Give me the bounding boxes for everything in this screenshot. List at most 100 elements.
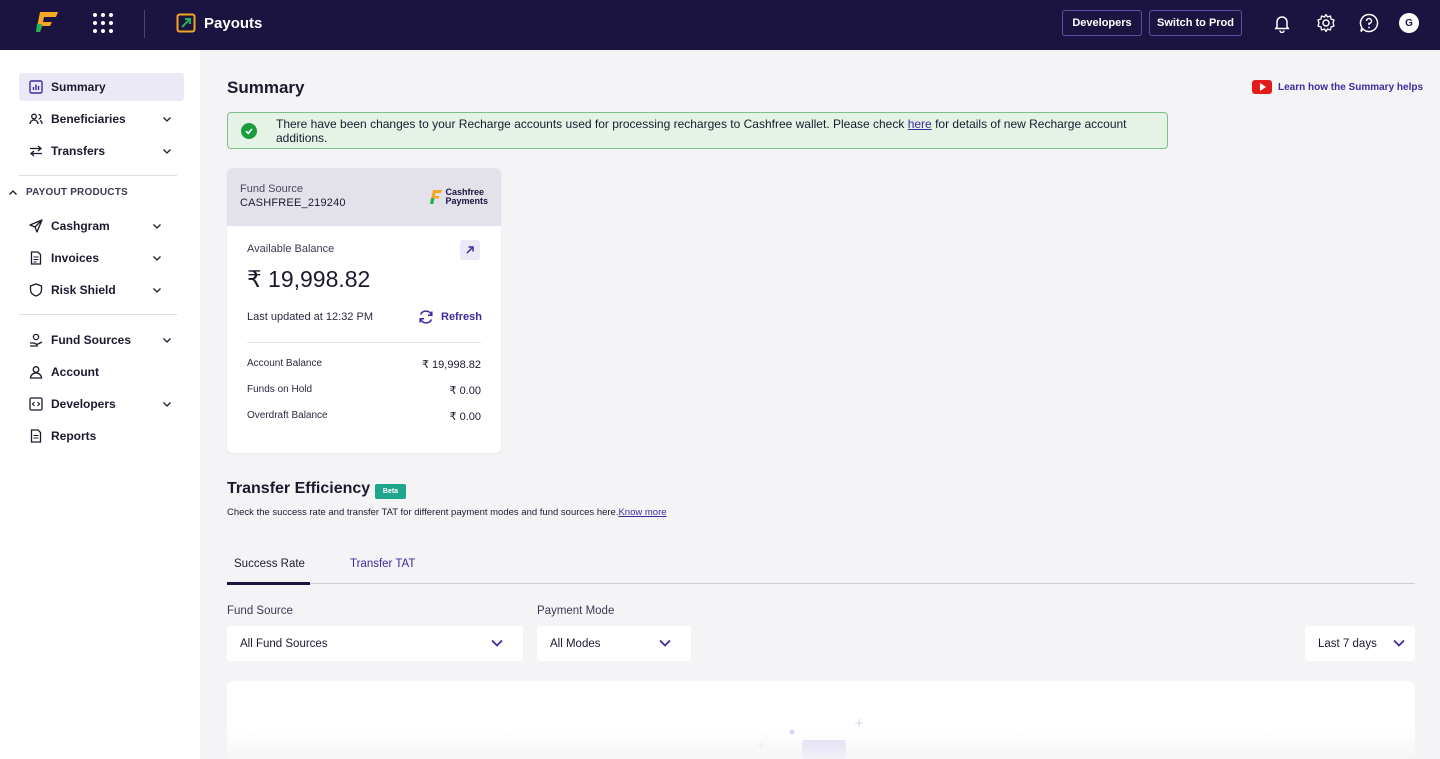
money-hand-icon: [30, 333, 43, 347]
empty-state-illustration: [758, 719, 863, 759]
header-divider: [144, 10, 145, 38]
payment-mode-select-value: All Modes: [550, 637, 601, 650]
sidebar-item-label: Beneficiaries: [51, 112, 126, 126]
sidebar-item-label: Risk Shield: [51, 283, 116, 297]
fund-source-card: Fund Source CASHFREE_219240 Cashfree Pay…: [227, 168, 501, 453]
fund-source-header: Fund Source CASHFREE_219240 Cashfree Pay…: [227, 168, 501, 226]
users-icon: [29, 113, 43, 125]
developers-button[interactable]: Developers: [1062, 10, 1142, 36]
sidebar-item-risk-shield[interactable]: Risk Shield: [19, 276, 174, 304]
sidebar-item-transfers[interactable]: Transfers: [19, 137, 184, 165]
sidebar-item-reports[interactable]: Reports: [19, 422, 184, 450]
sidebar-item-cashgram[interactable]: Cashgram: [19, 212, 174, 240]
sidebar-item-label: Developers: [51, 397, 116, 411]
sidebar-item-label: Fund Sources: [51, 333, 132, 347]
bell-icon[interactable]: [1272, 13, 1292, 33]
balance-row-label: Account Balance: [247, 358, 323, 369]
available-balance-value: ₹ 19,998.82: [247, 266, 371, 292]
shield-icon: [29, 283, 43, 297]
arrow-up-right-icon: [466, 246, 474, 254]
transfer-efficiency-description: Check the success rate and transfer TAT …: [227, 507, 667, 518]
fund-source-filter-label: Fund Source: [227, 605, 293, 617]
balance-row: Overdraft Balance ₹ 0.00: [247, 410, 481, 423]
chevron-down-icon[interactable]: [162, 399, 172, 409]
sidebar-item-invoices[interactable]: Invoices: [19, 244, 174, 272]
refresh-label: Refresh: [441, 311, 482, 323]
youtube-icon: [1252, 80, 1272, 94]
active-tab-indicator: [227, 582, 310, 585]
product-switcher[interactable]: Payouts: [176, 13, 262, 33]
fund-source-select[interactable]: All Fund Sources: [227, 626, 523, 661]
last-updated-text: Last updated at 12:32 PM: [247, 311, 373, 323]
balance-row-label: Overdraft Balance: [247, 410, 328, 421]
sidebar-divider: [19, 175, 177, 176]
tab-transfer-tat[interactable]: Transfer TAT: [350, 558, 415, 570]
apps-grid-icon[interactable]: [93, 13, 113, 33]
top-navigation-bar: Payouts Developers Switch to Prod G: [0, 0, 1440, 50]
sidebar-item-fund-sources[interactable]: Fund Sources: [19, 326, 184, 354]
learn-summary-label: Learn how the Summary helps: [1278, 81, 1424, 93]
sidebar-item-account[interactable]: Account: [19, 358, 184, 386]
sidebar-item-label: Cashgram: [51, 219, 110, 233]
banner-here-link[interactable]: here: [908, 117, 932, 131]
banner-text: There have been changes to your Recharge…: [276, 116, 1127, 145]
chevron-down-icon[interactable]: [162, 114, 172, 124]
available-balance-label: Available Balance: [247, 243, 335, 255]
date-range-value: Last 7 days: [1318, 637, 1377, 650]
refresh-button[interactable]: Refresh: [418, 309, 482, 325]
sidebar-item-beneficiaries[interactable]: Beneficiaries: [19, 105, 184, 133]
chevron-up-icon: [9, 189, 17, 195]
user-icon: [29, 366, 43, 379]
success-rate-chart-panel: [227, 681, 1415, 759]
know-more-link[interactable]: Know more: [618, 507, 666, 518]
chevron-down-icon: [1393, 639, 1405, 647]
check-circle-icon: [241, 122, 257, 139]
chevron-down-icon[interactable]: [162, 146, 172, 156]
refresh-icon: [419, 310, 433, 324]
payment-mode-select[interactable]: All Modes: [537, 626, 691, 661]
sidebar-item-summary[interactable]: Summary: [19, 73, 184, 101]
cashfree-logo[interactable]: [34, 10, 60, 34]
document-icon: [30, 429, 42, 443]
date-range-select[interactable]: Last 7 days: [1305, 626, 1415, 661]
balance-row-value: ₹ 0.00: [449, 385, 481, 397]
sidebar-item-developers[interactable]: Developers: [19, 390, 184, 418]
balance-row: Account Balance ₹ 19,998.82: [247, 358, 481, 371]
sidebar-item-label: Account: [51, 365, 99, 379]
balance-row-label: Funds on Hold: [247, 384, 313, 395]
balance-row: Funds on Hold ₹ 0.00: [247, 384, 481, 397]
sidebar-item-label: Invoices: [51, 251, 100, 265]
page-title: Summary: [227, 78, 305, 97]
section-label: PAYOUT PRODUCTS: [26, 187, 128, 198]
avatar[interactable]: G: [1399, 13, 1419, 33]
switch-to-prod-button[interactable]: Switch to Prod: [1149, 10, 1242, 36]
gear-icon[interactable]: [1316, 13, 1336, 33]
chevron-down-icon[interactable]: [152, 221, 162, 231]
chevron-down-icon[interactable]: [152, 253, 162, 263]
chevron-down-icon: [659, 639, 671, 647]
help-icon[interactable]: [1359, 13, 1379, 33]
sidebar-item-label: Reports: [51, 429, 97, 443]
learn-summary-link[interactable]: Learn how the Summary helps: [1252, 80, 1423, 94]
sidebar-item-label: Summary: [51, 80, 106, 94]
balance-row-value: ₹ 19,998.82: [422, 359, 481, 371]
sidebar-section-payout-products[interactable]: PAYOUT PRODUCTS: [8, 187, 128, 198]
chevron-down-icon[interactable]: [162, 335, 172, 345]
open-external-button[interactable]: [460, 240, 480, 260]
sidebar-divider: [19, 314, 177, 315]
chevron-down-icon: [491, 639, 503, 647]
sidebar: Summary Beneficiaries Transfers PAYOUT P…: [0, 50, 200, 759]
paper-plane-icon: [29, 219, 43, 233]
tab-success-rate[interactable]: Success Rate: [234, 558, 305, 570]
transfer-efficiency-title: Transfer Efficiency: [227, 480, 371, 497]
card-divider: [247, 342, 481, 343]
payment-mode-filter-label: Payment Mode: [537, 605, 615, 617]
chevron-down-icon[interactable]: [152, 285, 162, 295]
tabs-divider: [227, 583, 1415, 584]
sidebar-item-label: Transfers: [51, 144, 106, 158]
product-name: Payouts: [204, 14, 263, 32]
transfer-arrows-icon: [29, 145, 43, 157]
chart-icon: [29, 80, 43, 94]
invoice-icon: [30, 251, 42, 265]
payouts-icon: [176, 13, 196, 33]
